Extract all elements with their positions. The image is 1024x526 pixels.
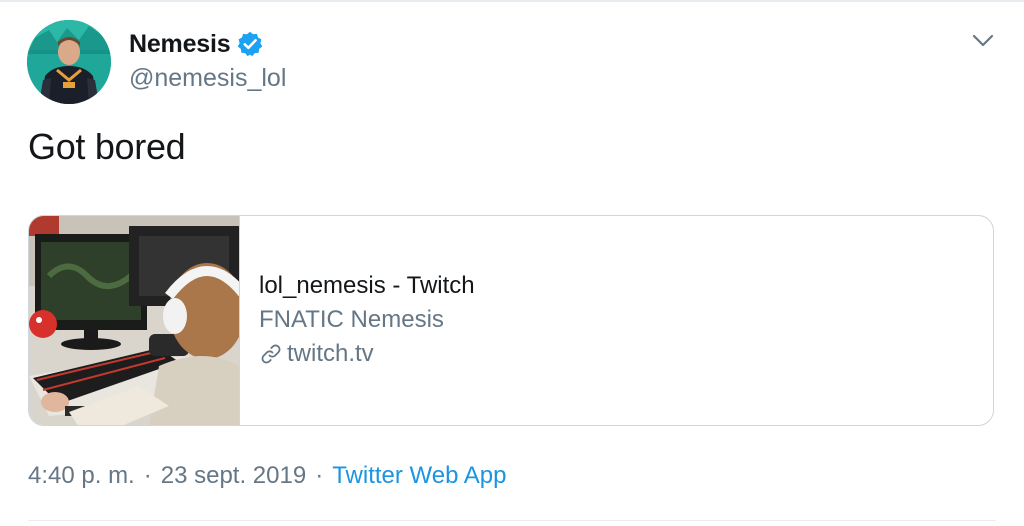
card-body: lol_nemesis - Twitch FNATIC Nemesis twit… bbox=[259, 270, 475, 370]
tweet: Nemesis @nemesis_lol Got bored lol_nemes… bbox=[0, 0, 1024, 526]
chevron-down-icon bbox=[972, 34, 994, 47]
card-thumbnail bbox=[29, 216, 249, 425]
author-name-row: Nemesis bbox=[129, 28, 264, 60]
verified-badge-icon bbox=[236, 30, 264, 58]
tweet-text: Got bored bbox=[28, 126, 186, 167]
card-title: lol_nemesis - Twitch bbox=[259, 272, 475, 299]
display-name[interactable]: Nemesis bbox=[129, 30, 231, 59]
link-icon bbox=[259, 342, 283, 366]
tweet-meta: 4:40 p. m. · 23 sept. 2019 · Twitter Web… bbox=[28, 462, 507, 490]
divider bbox=[0, 0, 1024, 2]
more-options-button[interactable] bbox=[968, 28, 998, 54]
tweet-date[interactable]: 23 sept. 2019 bbox=[161, 462, 306, 490]
user-handle[interactable]: @nemesis_lol bbox=[129, 64, 286, 93]
link-preview-card[interactable]: lol_nemesis - Twitch FNATIC Nemesis twit… bbox=[28, 215, 994, 426]
card-domain-row: twitch.tv bbox=[259, 338, 475, 370]
tweet-time[interactable]: 4:40 p. m. bbox=[28, 462, 135, 490]
card-domain: twitch.tv bbox=[287, 340, 374, 367]
avatar-image bbox=[27, 20, 111, 104]
avatar[interactable] bbox=[27, 20, 111, 104]
tweet-source-link[interactable]: Twitter Web App bbox=[332, 462, 506, 490]
divider-bottom bbox=[28, 520, 996, 521]
card-description: FNATIC Nemesis bbox=[259, 306, 444, 333]
meta-separator: · bbox=[143, 462, 152, 489]
meta-separator-2: · bbox=[315, 462, 324, 489]
